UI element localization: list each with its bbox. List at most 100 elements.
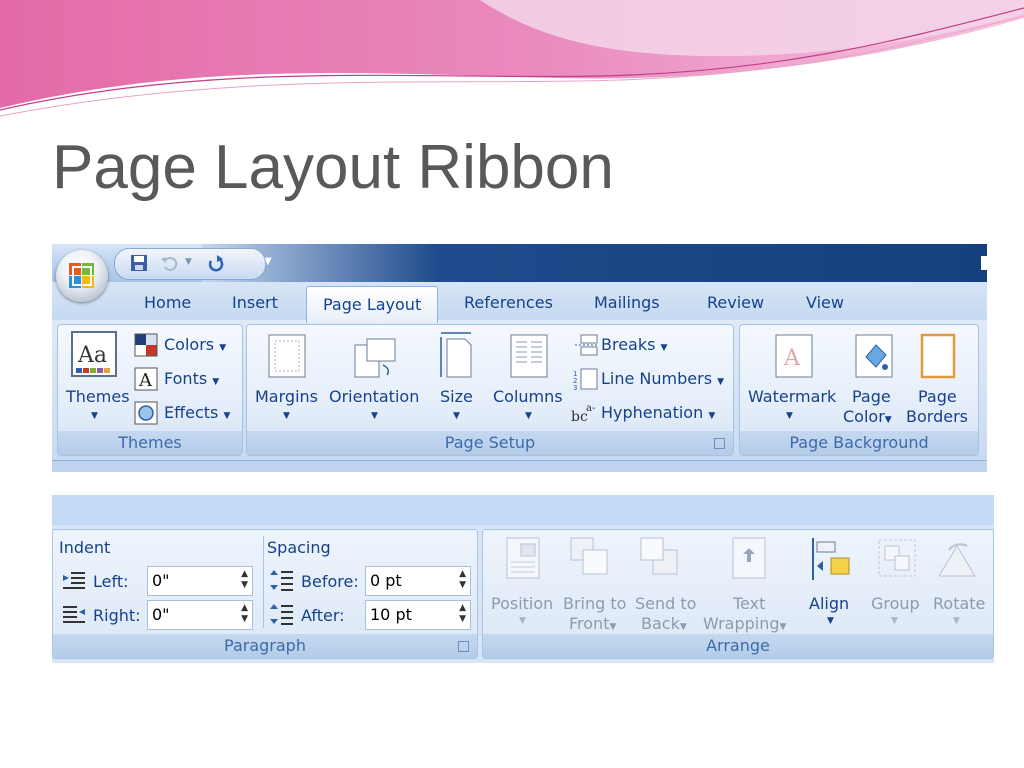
hyphenation-button[interactable]: Hyphenation ▼ [601, 403, 715, 422]
spinner-arrows-icon[interactable]: ▲ ▼ [241, 603, 248, 625]
undo-dropdown-icon[interactable]: ▼ [185, 257, 192, 267]
colors-dropdown-icon: ▼ [219, 343, 227, 353]
spinner-arrows-icon[interactable]: ▲ ▼ [241, 569, 248, 591]
group-dropdown-icon[interactable]: ▼ [891, 616, 898, 626]
rotate-icon [938, 543, 976, 577]
rotate-button[interactable]: Rotate [933, 594, 985, 613]
themes-group: Aa Themes ▼ Colors ▼ A Fonts ▼ Effects ▼… [57, 324, 243, 456]
page-borders-label-2[interactable]: Borders [906, 407, 968, 426]
page-borders-label-1[interactable]: Page [918, 387, 957, 406]
office-logo-icon [69, 263, 94, 288]
svg-text:A: A [138, 370, 153, 391]
title-bar-fill [202, 244, 987, 282]
fonts-icon: A [134, 367, 158, 391]
tab-mailings[interactable]: Mailings [594, 293, 660, 312]
left-indent-spinner[interactable]: 0" ▲ ▼ [147, 566, 253, 596]
effects-icon [134, 401, 158, 425]
spacing-before-value[interactable]: 0 pt [370, 571, 402, 590]
svg-text:Aa: Aa [77, 343, 107, 368]
spinner-arrows-icon[interactable]: ▲ ▼ [459, 603, 466, 625]
align-dropdown-icon[interactable]: ▼ [827, 616, 834, 626]
columns-icon [510, 334, 548, 378]
tab-page-layout[interactable]: Page Layout [306, 286, 438, 323]
breaks-button[interactable]: Breaks ▼ [601, 335, 667, 354]
fonts-dropdown-icon: ▼ [212, 377, 220, 387]
tab-review[interactable]: Review [707, 293, 764, 312]
right-indent-label: Right: [93, 606, 141, 625]
right-indent-spinner[interactable]: 0" ▲ ▼ [147, 600, 253, 630]
bring-to-front-label-1[interactable]: Bring to [563, 594, 626, 613]
text-wrapping-label-1[interactable]: Text [733, 594, 765, 613]
text-wrapping-button[interactable]: Wrapping▼ [703, 614, 786, 633]
spacing-before-icon [270, 570, 293, 591]
line-numbers-icon: 123 [573, 368, 598, 391]
columns-button[interactable]: Columns [493, 387, 563, 406]
bring-to-front-dropdown-icon: ▼ [609, 622, 617, 632]
fonts-button[interactable]: Fonts ▼ [164, 369, 219, 388]
spacing-after-label: After: [301, 606, 345, 625]
position-dropdown-icon[interactable]: ▼ [519, 616, 526, 626]
send-to-back-dropdown-icon: ▼ [679, 622, 687, 632]
bring-to-front-icon [570, 537, 608, 575]
watermark-icon: A [775, 334, 813, 378]
watermark-dropdown-icon[interactable]: ▼ [786, 411, 793, 421]
tab-insert[interactable]: Insert [232, 293, 278, 312]
group-button[interactable]: Group [871, 594, 920, 613]
send-to-back-label-1[interactable]: Send to [635, 594, 696, 613]
effects-dropdown-icon: ▼ [223, 411, 231, 421]
redo-icon[interactable] [205, 253, 225, 277]
svg-text:3: 3 [573, 384, 577, 391]
spacing-after-value[interactable]: 10 pt [370, 605, 412, 624]
orientation-icon [354, 338, 396, 378]
page-color-button[interactable]: Color▼ [843, 407, 892, 426]
effects-button[interactable]: Effects ▼ [164, 403, 230, 422]
paragraph-group: Indent Spacing Left: 0" ▲ ▼ Right: 0" ▲ ▼ … [52, 529, 478, 659]
spacing-before-spinner[interactable]: 0 pt ▲ ▼ [365, 566, 471, 596]
colors-button[interactable]: Colors ▼ [164, 335, 226, 354]
columns-dropdown-icon[interactable]: ▼ [525, 411, 532, 421]
margins-icon [268, 334, 306, 378]
left-indent-value[interactable]: 0" [152, 571, 170, 590]
page-color-dropdown-icon: ▼ [884, 415, 892, 425]
office-button[interactable] [56, 250, 108, 302]
rotate-dropdown-icon[interactable]: ▼ [953, 616, 960, 626]
page-color-icon [855, 334, 893, 378]
page-color-label-1[interactable]: Page [852, 387, 891, 406]
hyphenation-dropdown-icon: ▼ [708, 411, 716, 421]
tab-home[interactable]: Home [144, 293, 191, 312]
spinner-arrows-icon[interactable]: ▲ ▼ [459, 569, 466, 591]
tab-strip: Home Insert References Mailings Review V… [52, 282, 987, 320]
spacing-before-label: Before: [301, 572, 359, 591]
paragraph-launcher-icon[interactable] [458, 641, 469, 652]
breaks-dropdown-icon: ▼ [660, 343, 668, 353]
position-button[interactable]: Position [491, 594, 553, 613]
page-setup-launcher-icon[interactable] [714, 438, 725, 449]
right-indent-value[interactable]: 0" [152, 605, 170, 624]
quick-access-toolbar: ▼ [114, 248, 266, 280]
watermark-button[interactable]: Watermark [748, 387, 836, 406]
orientation-button[interactable]: Orientation [329, 387, 419, 406]
arrange-group-label: Arrange [483, 634, 993, 658]
orientation-dropdown-icon[interactable]: ▼ [371, 411, 378, 421]
size-button[interactable]: Size [440, 387, 473, 406]
tab-view[interactable]: View [806, 293, 844, 312]
send-to-back-button[interactable]: Back▼ [641, 614, 687, 633]
margins-button[interactable]: Margins [255, 387, 318, 406]
margins-dropdown-icon[interactable]: ▼ [283, 411, 290, 421]
line-numbers-button[interactable]: Line Numbers ▼ [601, 369, 724, 388]
size-dropdown-icon[interactable]: ▼ [453, 411, 460, 421]
spacing-after-spinner[interactable]: 10 pt ▲ ▼ [365, 600, 471, 630]
slide-title: Page Layout Ribbon [52, 133, 614, 202]
align-button[interactable]: Align [809, 594, 849, 613]
page-setup-group-label: Page Setup [247, 431, 733, 455]
breaks-icon [575, 334, 598, 356]
bring-to-front-button[interactable]: Front▼ [569, 614, 616, 633]
align-icon [812, 538, 850, 580]
undo-icon[interactable] [159, 253, 179, 277]
themes-button[interactable]: Themes [66, 387, 130, 406]
themes-dropdown-icon[interactable]: ▼ [91, 411, 98, 421]
position-icon [506, 537, 540, 579]
tab-references[interactable]: References [464, 293, 553, 312]
save-icon[interactable] [129, 253, 149, 277]
group-icon [878, 539, 916, 577]
